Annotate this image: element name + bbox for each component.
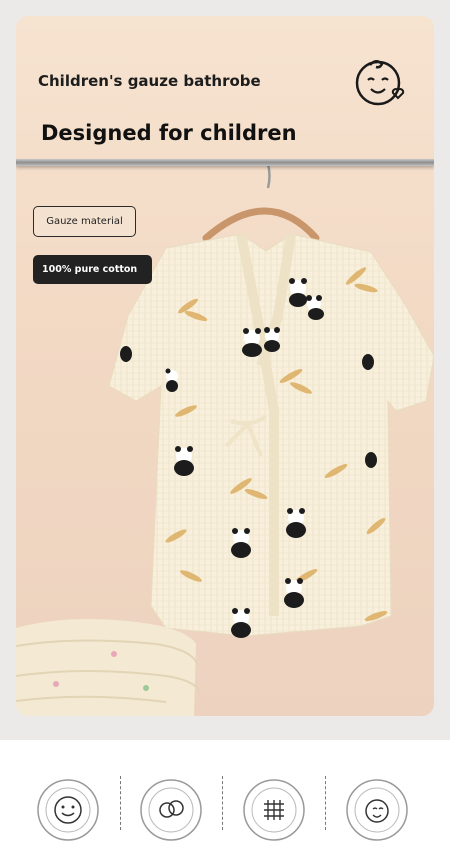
cotton-fabric-icon (140, 779, 202, 841)
clothes-rail (16, 159, 434, 166)
baby-face-heart-icon (355, 60, 405, 106)
badge-divider (325, 776, 326, 830)
headline: Designed for children (41, 121, 297, 145)
badge-divider (120, 776, 121, 830)
tag-pure-cotton: 100% pure cotton (33, 255, 152, 284)
badge-divider (222, 776, 223, 830)
breathable-weave-icon (243, 779, 305, 841)
smiley-face-icon (37, 779, 99, 841)
tag-gauze-material: Gauze material (33, 206, 136, 237)
baby-face-icon (346, 779, 408, 841)
product-banner: Children's gauze bathrobe Designed for c… (16, 16, 434, 716)
product-title: Children's gauze bathrobe (38, 72, 261, 90)
